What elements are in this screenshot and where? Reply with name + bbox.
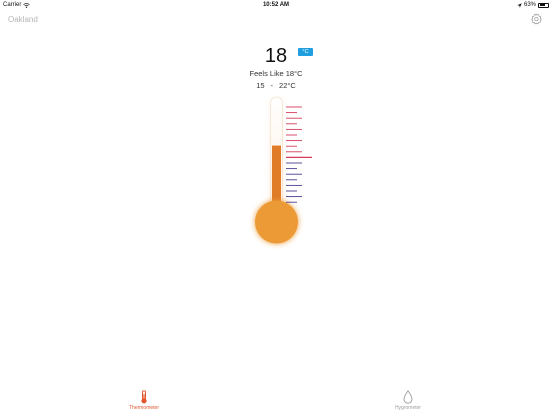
location-arrow-icon: [517, 2, 522, 8]
city-name[interactable]: Oakland: [8, 15, 38, 24]
tab-bar: Thermometer Hygrometer: [0, 382, 552, 414]
tab-thermometer[interactable]: Thermometer: [114, 382, 174, 414]
feels-like-text: Feels Like 18°C: [249, 69, 303, 78]
thermometer-bulb: [255, 200, 298, 244]
status-right: 63%: [517, 2, 549, 8]
tab-thermometer-label: Thermometer: [128, 405, 159, 411]
status-time: 10:52 AM: [262, 2, 290, 8]
status-bar: Carrier 10:52 AM 63%: [0, 0, 552, 10]
range-high: 22°C: [279, 81, 296, 90]
unit-toggle-button[interactable]: °C: [298, 48, 313, 56]
thermometer-tab-icon: [141, 390, 147, 404]
range-low: 15: [256, 81, 265, 90]
tab-hygrometer-label: Hygrometer: [394, 405, 422, 411]
temperature-range: 15-22°C: [0, 81, 552, 90]
battery-percent: 63%: [523, 2, 536, 8]
battery-level: [539, 4, 546, 6]
tab-hygrometer[interactable]: Hygrometer: [378, 382, 438, 414]
temperature-value: 18: [264, 45, 288, 67]
water-drop-icon: [403, 390, 413, 404]
temperature-scale: [286, 106, 312, 203]
temperature-row: 18 °C: [0, 45, 552, 69]
thermometer-graphic: [255, 96, 312, 244]
range-separator: -: [270, 81, 274, 90]
settings-gear-icon[interactable]: [530, 13, 542, 25]
battery-icon: [538, 2, 549, 8]
